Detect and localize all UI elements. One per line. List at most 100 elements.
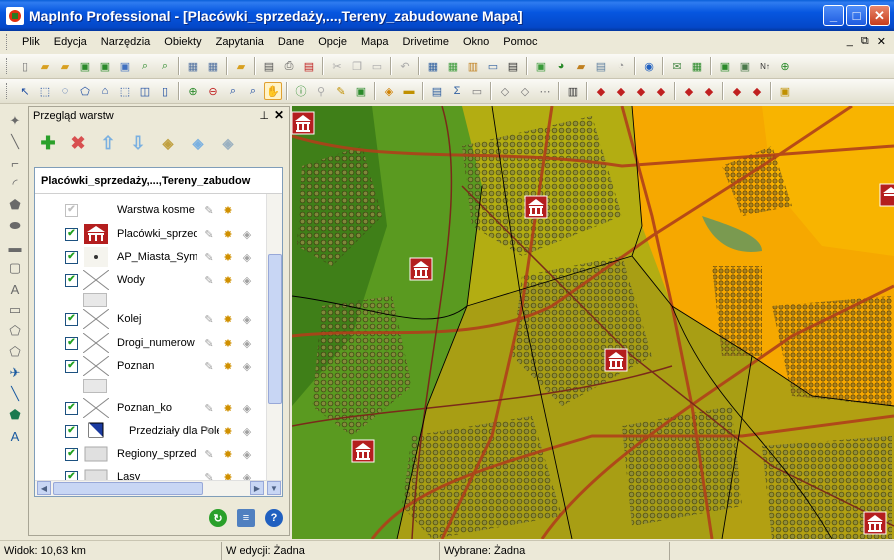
statistics-icon[interactable]: ◔ [612,57,630,75]
symbol-style-icon[interactable]: ✈ [6,364,24,382]
layer-row[interactable]: ✔ Wody ✎ ✸ ◈ [35,269,267,291]
label-tag-icon[interactable]: ◈ [239,272,255,288]
vertical-scroll-thumb[interactable] [268,254,282,404]
editable-icon[interactable]: ✎ [201,335,217,351]
toolbar-grip[interactable] [6,83,9,99]
rounded-rect-tool-icon[interactable]: ▢ [6,259,24,277]
drivetime-icon-1[interactable]: ◆ [592,82,610,100]
layer-visibility-checkbox[interactable]: ✔ [65,401,78,415]
open-wfs-icon[interactable]: ▣ [116,57,134,75]
map-window-name[interactable]: Placówki_sprzedaży,...,Tereny_zabudow [35,168,282,194]
previous-view-icon[interactable]: ⌕ [244,82,262,100]
layer-list-horizontal-scrollbar[interactable]: ◀ ▶ ▼ [35,480,282,496]
store-marker[interactable] [863,511,887,535]
web-icon[interactable]: ⊕ [776,57,794,75]
reshape-icon[interactable]: ◇ [516,82,534,100]
layer-properties-icon[interactable]: ◈ [157,132,179,154]
drivetime-icon-5[interactable]: ◆ [680,82,698,100]
store-building-icon[interactable] [83,224,109,244]
layer-row[interactable]: ✔ Warstwa kosme ✎ ✸ [35,199,267,221]
menu-edycja[interactable]: Edycja [47,36,94,48]
layer-row[interactable]: ✔ Poznan ✎ ✸ ◈ [35,355,267,377]
store-marker[interactable] [351,439,375,463]
graph-select-icon[interactable]: ▯ [156,82,174,100]
editable-icon[interactable]: ✎ [201,423,217,439]
store-marker[interactable] [604,348,628,372]
no-style-icon[interactable] [82,397,110,419]
layer-name[interactable]: Kolej [117,313,197,325]
info-tool-icon[interactable]: ⓘ [292,82,310,100]
drivetime-icon-7[interactable]: ◆ [728,82,746,100]
new-mapper-icon[interactable]: ▦ [444,57,462,75]
editable-icon[interactable]: ✎ [201,226,217,242]
mdi-close-icon[interactable]: ✕ [877,35,886,48]
layer-name[interactable]: Poznan [117,360,197,372]
layer-name[interactable]: Placówki_sprzed [117,228,197,240]
layer-visibility-checkbox[interactable]: ✔ [65,336,78,350]
label-tag-icon[interactable]: ◈ [239,358,255,374]
image-icon[interactable]: ▣ [736,57,754,75]
north-arrow-icon[interactable]: N↑ [756,57,774,75]
label-tag-icon[interactable]: ◈ [239,249,255,265]
hotlink-icon[interactable]: ▣ [532,57,550,75]
selectable-icon[interactable]: ✸ [220,311,236,327]
editable-icon[interactable]: ✎ [201,311,217,327]
statistics-tool-icon[interactable]: Σ [448,82,466,100]
display-options-icon[interactable]: ◈ [187,132,209,154]
frame-tool-icon[interactable]: ▭ [6,301,24,319]
drag-window-icon[interactable]: ▣ [352,82,370,100]
change-view-icon[interactable]: ⌕ [224,82,242,100]
menu-okno[interactable]: Okno [456,36,496,48]
grabber-hand-icon[interactable]: ✋ [264,82,282,100]
legend-tool-icon[interactable]: ▤ [428,82,446,100]
remove-layer-icon[interactable]: ✖ [67,132,89,154]
boundary-select-icon[interactable]: ⌂ [96,82,114,100]
menu-obiekty[interactable]: Obiekty [157,36,208,48]
region-style-icon[interactable]: ⬟ [6,406,24,424]
menu-drivetime[interactable]: Drivetime [395,36,455,48]
add-node-icon[interactable]: ⋯ [536,82,554,100]
new-browser-icon[interactable]: ▦ [424,57,442,75]
save-workspace-icon[interactable]: ▦ [204,57,222,75]
layer-visibility-checkbox[interactable]: ✔ [65,250,78,264]
drivetime-icon-8[interactable]: ◆ [748,82,766,100]
label-tag-icon[interactable]: ◈ [239,446,255,462]
mdi-restore-icon[interactable]: ⧉ [861,35,869,48]
marquee-select-icon[interactable]: ⬚ [36,82,54,100]
polygon-select-icon[interactable]: ⬠ [76,82,94,100]
menu-plik[interactable]: Plik [15,36,47,48]
label-tag-icon[interactable]: ◈ [239,226,255,242]
save-table-icon[interactable]: ▦ [184,57,202,75]
find-icon[interactable]: ⌕ [156,57,174,75]
ruler-icon[interactable]: ▬ [400,82,418,100]
legend-icon[interactable]: ▤ [592,57,610,75]
open-folder-icon[interactable]: ▰ [232,57,250,75]
selectable-icon[interactable]: ✸ [220,272,236,288]
label-options-icon[interactable]: ◈ [217,132,239,154]
store-marker[interactable] [879,183,894,207]
add-node-tool-icon[interactable]: ⬠ [6,343,24,361]
mdi-minimize-icon[interactable]: _ [847,35,853,48]
clip-region-icon[interactable]: ◇ [496,82,514,100]
unselect-icon[interactable]: ⬚ [116,82,134,100]
rectangle-tool-icon[interactable]: ▬ [6,238,24,256]
layer-visibility-checkbox[interactable]: ✔ [65,359,78,373]
open-wms-icon[interactable]: ▣ [96,57,114,75]
refresh-button[interactable]: ↻ [209,509,227,527]
no-style-icon[interactable] [82,308,110,330]
layer-style-icon[interactable] [83,200,109,220]
open-workspace-icon[interactable]: ▰ [56,57,74,75]
layer-row[interactable]: ✔ Regiony_sprzed ✎ ✸ ◈ [35,443,267,465]
message-icon[interactable]: ✉ [668,57,686,75]
label-tool-icon[interactable]: ✎ [332,82,350,100]
polygon-tool-icon[interactable]: ⬟ [6,196,24,214]
no-style-icon[interactable] [82,332,110,354]
mapinfo-app-icon[interactable] [6,6,24,25]
selectable-icon[interactable]: ✸ [220,358,236,374]
symbol-tool-icon[interactable]: ✦ [6,112,24,130]
undo-icon[interactable]: ↶ [396,57,414,75]
radius-select-icon[interactable]: ◌ [56,82,74,100]
map-canvas[interactable] [292,106,894,539]
store-marker[interactable] [292,111,315,135]
arc-tool-icon[interactable]: ◜ [6,175,24,193]
